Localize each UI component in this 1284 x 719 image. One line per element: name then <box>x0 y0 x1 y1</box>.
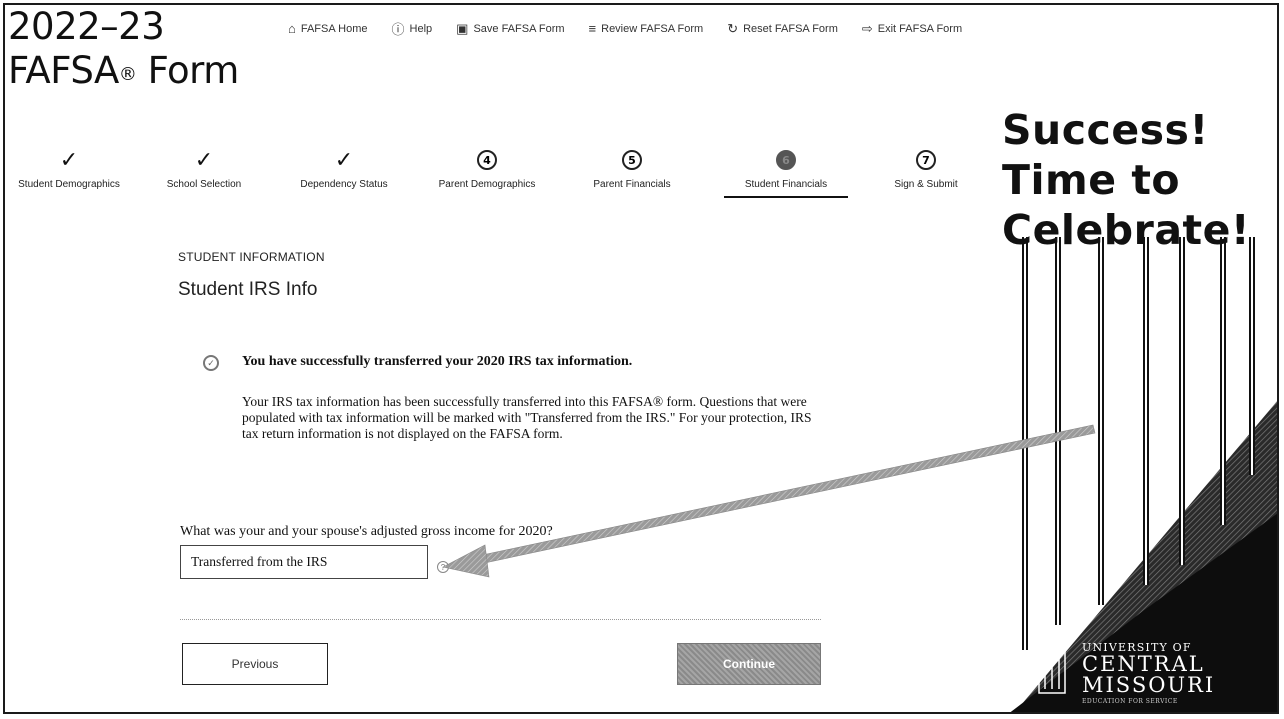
step-parent-financials[interactable]: 5 Parent Financials <box>562 145 702 190</box>
previous-button[interactable]: Previous <box>182 643 328 685</box>
pointer-arrow <box>442 424 1096 578</box>
step-dependency-status[interactable]: ✓ Dependency Status <box>274 145 414 191</box>
continue-button[interactable]: Continue <box>677 643 821 685</box>
step-label: Dependency Status <box>300 179 388 190</box>
top-toolbar: ⌂ FAFSA Home ⓘ Help ▣ Save FAFSA Form ≡ … <box>288 19 986 38</box>
university-line3: MISSOURI <box>1082 673 1216 697</box>
university-tagline: EDUCATION FOR SERVICE <box>1082 698 1178 705</box>
success-title: You have successfully transferred your 2… <box>242 354 633 369</box>
title-form: FAFSA® Form <box>8 49 239 93</box>
exit-icon: ⇨ <box>861 20 873 36</box>
exit-form-label: Exit FAFSA Form <box>877 22 963 35</box>
checkmark-icon: ✓ <box>194 147 214 173</box>
progress-steps: ✓ Student Demographics ✓ School Selectio… <box>5 145 995 205</box>
step-label: Parent Demographics <box>438 179 536 190</box>
title-year: 2022–23 <box>8 5 165 48</box>
question-help-icon[interactable]: ? <box>437 561 449 573</box>
step-number-6: 6 <box>776 150 796 170</box>
reset-form-link[interactable]: ↻ Reset FAFSA Form <box>727 21 838 37</box>
agi-field[interactable] <box>180 545 428 579</box>
registered-mark: ® <box>118 64 137 85</box>
reset-form-label: Reset FAFSA Form <box>743 22 838 35</box>
step-label: Sign & Submit <box>894 179 958 190</box>
list-icon: ≡ <box>588 21 597 36</box>
slide-frame: 2022–23 FAFSA® Form ⌂ FAFSA Home ⓘ Help … <box>3 3 1279 714</box>
checkmark-icon: ✓ <box>59 147 79 173</box>
step-label: School Selection <box>166 179 242 190</box>
step-label: Student Financials <box>744 179 828 190</box>
step-label: Student Demographics <box>18 179 120 190</box>
section-label: STUDENT INFORMATION <box>178 250 325 264</box>
celebrate-text: Success! Time to Celebrate! <box>1002 106 1251 254</box>
step-number-4: 4 <box>477 150 497 170</box>
step-school-selection[interactable]: ✓ School Selection <box>134 145 274 191</box>
checkmark-icon: ✓ <box>334 147 354 173</box>
success-check-icon: ✓ <box>203 355 219 371</box>
save-form-link[interactable]: ▣ Save FAFSA Form <box>456 21 564 37</box>
help-link[interactable]: ⓘ Help <box>392 19 433 38</box>
university-wordmark: UNIVERSITY OF CENTRAL MISSOURI EDUCATION… <box>1082 641 1215 705</box>
university-line2: CENTRAL <box>1082 652 1205 676</box>
title-form-word: Form <box>136 49 240 92</box>
active-step-underline <box>724 196 848 198</box>
review-form-link[interactable]: ≡ Review FAFSA Form <box>589 21 704 36</box>
university-logo-icon <box>1038 639 1066 694</box>
review-form-label: Review FAFSA Form <box>601 22 704 35</box>
page-title: 2022–23 FAFSA® Form <box>8 5 239 93</box>
page-heading: Student IRS Info <box>178 279 318 300</box>
home-icon: ⌂ <box>288 21 296 36</box>
help-label: Help <box>409 22 433 35</box>
save-icon: ▣ <box>456 20 469 36</box>
help-icon: ⓘ <box>391 22 405 37</box>
title-fafsa: FAFSA <box>8 49 119 92</box>
step-parent-demographics[interactable]: 4 Parent Demographics <box>417 145 557 190</box>
step-student-demographics[interactable]: ✓ Student Demographics <box>5 145 139 191</box>
agi-question: What was your and your spouse's adjusted… <box>180 524 553 539</box>
vertical-stripes <box>1022 237 1255 650</box>
fafsa-home-link[interactable]: ⌂ FAFSA Home <box>288 21 368 36</box>
reset-icon: ↻ <box>727 20 739 36</box>
step-student-financials[interactable]: 6 Student Financials <box>716 145 856 198</box>
step-label: Parent Financials <box>593 179 671 190</box>
step-number-5: 5 <box>622 150 642 170</box>
save-form-label: Save FAFSA Form <box>473 22 565 35</box>
success-message: Your IRS tax information has been succes… <box>242 394 812 441</box>
step-sign-submit[interactable]: 7 Sign & Submit <box>856 145 996 190</box>
divider <box>180 619 821 620</box>
exit-form-link[interactable]: ⇨ Exit FAFSA Form <box>862 21 962 37</box>
fafsa-home-label: FAFSA Home <box>300 22 368 35</box>
step-number-7: 7 <box>916 150 936 170</box>
